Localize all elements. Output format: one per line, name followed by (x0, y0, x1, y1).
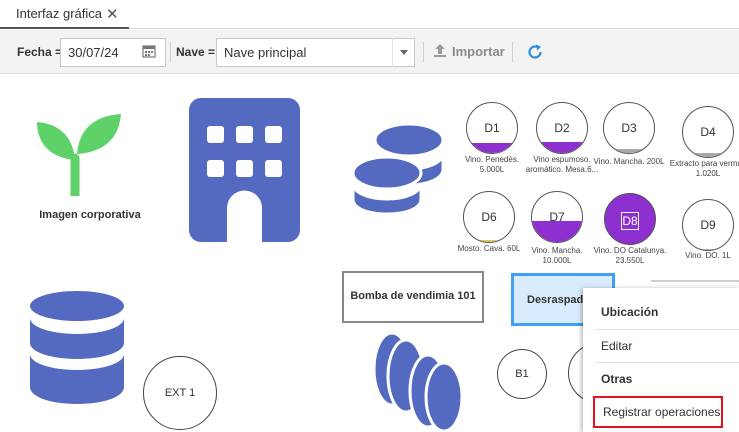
tank-code: D3 (621, 121, 637, 135)
tab-bar: Interfaz gráfica ✕ (0, 0, 739, 29)
date-label: Fecha = (17, 45, 63, 59)
tank-level-fill (464, 240, 514, 242)
destemmer-label: Desraspad (527, 294, 584, 306)
building-icon[interactable] (189, 98, 300, 242)
ext-1-node[interactable]: EXT 1 (143, 356, 217, 430)
tank-caption: Vino. DO. 1L (685, 251, 731, 260)
menu-edit-label: Editar (601, 339, 633, 353)
refresh-icon[interactable] (526, 43, 544, 61)
menu-location-label: Ubicación (601, 305, 659, 319)
tank-d3[interactable]: D3 (603, 102, 655, 154)
tank-d4[interactable]: D4 (682, 106, 734, 158)
b1-label: B1 (515, 368, 529, 380)
tank-code: D7 (549, 210, 565, 224)
tank-d6[interactable]: D6 (463, 191, 515, 243)
date-value: 30/07/24 (68, 45, 119, 60)
tank-level-fill (683, 153, 733, 157)
plant-canvas: Imagen corporativa EXT 1 B1 Bomba de ven… (0, 75, 739, 432)
nave-select[interactable]: Nave principal (216, 38, 415, 67)
menu-others-label: Otras (601, 372, 633, 386)
partial-node-border (651, 280, 739, 282)
toolbar-divider (423, 42, 424, 62)
sprout-icon[interactable] (33, 110, 125, 196)
tank-code: D6 (481, 210, 497, 224)
tank-caption: Vino. Mancha. 10.000L (531, 246, 583, 265)
nave-value: Nave principal (224, 45, 307, 60)
close-icon[interactable]: ✕ (106, 5, 119, 23)
menu-header-location: Ubicación (583, 296, 739, 328)
tank-code: D4 (700, 125, 716, 139)
menu-header-others: Otras (583, 363, 739, 395)
pump-label: Bomba de vendimia 101 (350, 290, 476, 302)
upload-icon (434, 44, 446, 57)
coins-stack-icon[interactable] (372, 331, 464, 432)
tank-caption: Vino. Mancha. 200L (593, 157, 665, 166)
database-icon[interactable] (29, 291, 125, 404)
toolbar-divider (170, 42, 171, 62)
pump-node[interactable]: Bomba de vendimia 101 (342, 271, 484, 323)
tank-d7[interactable]: D7 (531, 191, 583, 243)
tank-code: D8 (621, 212, 639, 230)
tank-code: D2 (554, 121, 570, 135)
tank-level-fill (532, 221, 582, 242)
tank-code: D9 (700, 218, 716, 232)
tank-d8[interactable]: D8 (604, 193, 656, 245)
calendar-icon[interactable] (142, 44, 156, 58)
menu-register-label: Registrar operaciones (603, 405, 721, 419)
import-label: Importar (452, 44, 505, 59)
chevron-down-icon[interactable] (392, 38, 414, 65)
b1-node[interactable]: B1 (497, 349, 547, 399)
tank-level-fill (604, 149, 654, 153)
tank-level-fill (467, 143, 517, 153)
coins-icon[interactable] (352, 121, 445, 216)
tab-title: Interfaz gráfica (16, 6, 102, 21)
tank-level-fill (683, 249, 733, 250)
tank-caption: Vino. Penedès. 5.000L (464, 155, 520, 174)
tank-d9[interactable]: D9 (682, 199, 734, 251)
context-menu: Ubicación Editar Otras Registrar operaci… (583, 288, 739, 432)
nave-label: Nave = (176, 45, 216, 59)
toolbar: Fecha = 30/07/24 Nave = Nave principal I… (0, 30, 739, 74)
tank-code: D1 (484, 121, 500, 135)
tank-d1[interactable]: D1 (466, 102, 518, 154)
tank-caption: Extracto para vermut. 1.020L (669, 159, 739, 178)
menu-item-edit[interactable]: Editar (583, 330, 739, 362)
tank-d2[interactable]: D2 (536, 102, 588, 154)
ext-1-label: EXT 1 (164, 387, 196, 399)
tank-caption: Vino. DO Catalunya. 23.550L (593, 246, 667, 265)
tank-level-fill (537, 142, 587, 153)
menu-item-register-operations[interactable]: Registrar operaciones (593, 396, 723, 428)
toolbar-divider (512, 42, 513, 62)
corporate-image-label: Imagen corporativa (39, 209, 141, 221)
